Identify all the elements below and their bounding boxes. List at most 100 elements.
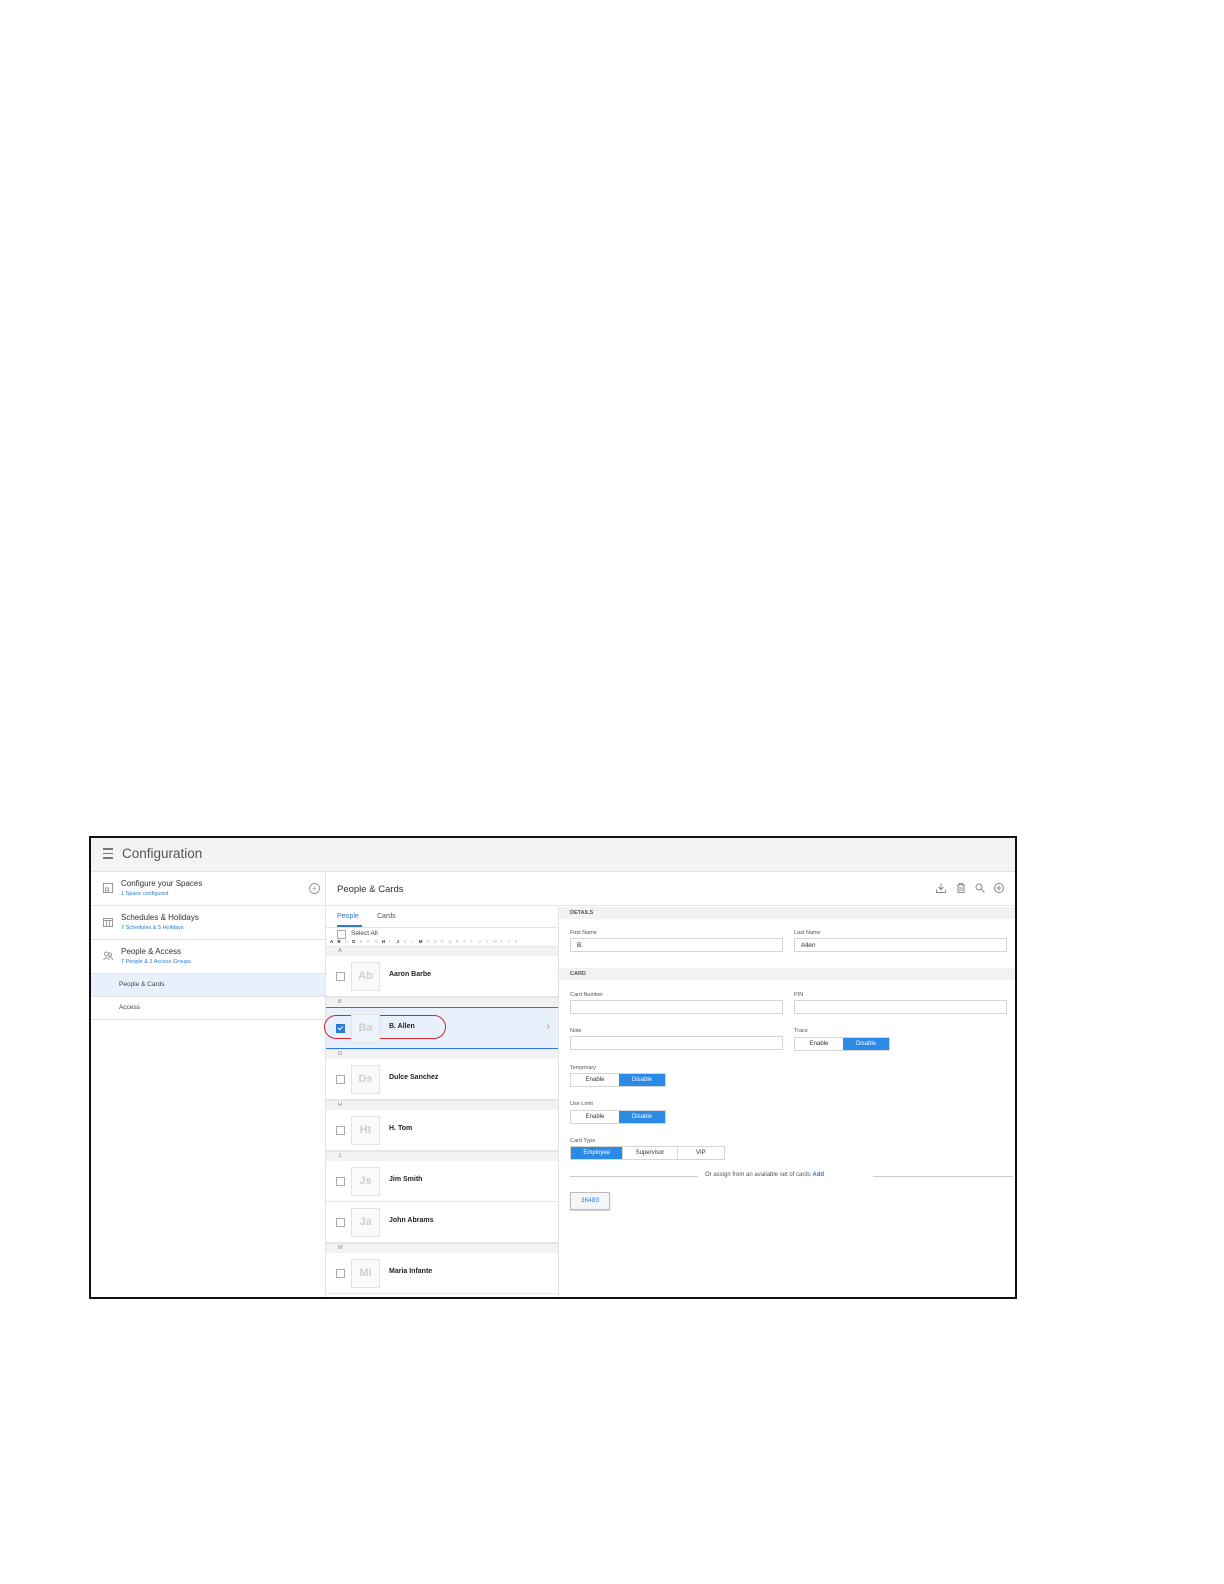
note-field[interactable] <box>570 1036 783 1050</box>
list-item[interactable]: Ab Aaron Barbe <box>326 956 558 997</box>
use-limit-disable-button[interactable]: Disable <box>619 1111 665 1123</box>
alphabet-letter[interactable]: N <box>426 939 433 944</box>
section-header: M <box>326 1243 558 1253</box>
avatar: Ht <box>351 1116 380 1145</box>
temporary-toggle: Enable Disable <box>570 1073 666 1087</box>
card-type-selector: Employee Supervisor VIP <box>570 1146 725 1160</box>
page-title: People & Cards <box>337 884 404 895</box>
alphabet-letter[interactable]: M <box>419 939 426 944</box>
note-label: Note <box>570 1028 582 1034</box>
nav-group-title: Schedules & Holidays <box>121 913 199 922</box>
list-item[interactable]: Ds Dulce Sanchez <box>326 1059 558 1100</box>
person-name: B. Allen <box>389 1023 415 1030</box>
trash-icon[interactable] <box>956 883 966 893</box>
tab-cards[interactable]: Cards <box>377 913 396 920</box>
sidebar: Configure your Spaces 1 Space configured… <box>91 872 326 1297</box>
alphabet-letter[interactable]: I <box>389 939 396 944</box>
alphabet-letter[interactable]: E <box>360 939 367 944</box>
tab-people[interactable]: People <box>337 913 359 920</box>
card-type-label: Card Type <box>570 1138 596 1144</box>
list-tabs: People Cards <box>326 906 558 928</box>
available-card-chip[interactable]: 36483 <box>570 1192 610 1210</box>
trace-disable-button[interactable]: Disable <box>843 1038 889 1050</box>
first-name-label: First Name <box>570 930 597 936</box>
row-checkbox[interactable] <box>336 1024 345 1033</box>
alphabet-letter[interactable]: Z <box>515 939 522 944</box>
alphabet-letter[interactable]: D <box>352 939 359 944</box>
alphabet-letter[interactable]: G <box>374 939 381 944</box>
temporary-enable-button[interactable]: Enable <box>571 1074 619 1086</box>
person-name: Aaron Barbe <box>389 971 432 978</box>
alphabet-letter[interactable]: R <box>456 939 463 944</box>
last-name-label: Last Name <box>794 930 821 936</box>
row-checkbox[interactable] <box>336 1075 345 1084</box>
alphabet-letter[interactable]: T <box>470 939 477 944</box>
add-cards-link[interactable]: Add <box>812 1172 824 1178</box>
card-type-supervisor[interactable]: Supervisor <box>623 1147 678 1159</box>
alphabet-letter[interactable]: B <box>337 939 344 944</box>
add-person-icon[interactable] <box>994 883 1004 893</box>
alphabet-letter[interactable]: W <box>493 939 500 944</box>
alphabet-letter[interactable]: H <box>382 939 389 944</box>
person-name: Jim Smith <box>389 1176 423 1183</box>
last-name-field[interactable]: Allen <box>794 938 1007 952</box>
first-name-field[interactable]: B. <box>570 938 783 952</box>
search-icon[interactable] <box>975 883 985 893</box>
card-number-field[interactable] <box>570 1000 783 1014</box>
alphabet-letter[interactable]: A <box>330 939 337 944</box>
alphabet-letter[interactable]: Q <box>448 939 455 944</box>
divider <box>873 1176 1013 1177</box>
alphabet-letter[interactable]: Y <box>507 939 514 944</box>
list-item[interactable]: Mi Maria Infante <box>326 1253 558 1294</box>
content-header: People & Cards <box>326 872 1015 906</box>
menu-icon[interactable] <box>103 848 113 859</box>
list-item[interactable]: Ja John Abrams <box>326 1202 558 1243</box>
card-type-employee[interactable]: Employee <box>571 1147 624 1159</box>
use-limit-enable-button[interactable]: Enable <box>571 1111 619 1123</box>
alphabet-letter[interactable]: P <box>441 939 448 944</box>
pin-field[interactable] <box>794 1000 1007 1014</box>
section-header: H <box>326 1100 558 1110</box>
details-panel: DETAILS First Name B. Last Name Allen CA… <box>559 906 1015 1297</box>
list-item-selected[interactable]: Ba B. Allen › <box>324 1007 558 1049</box>
row-checkbox[interactable] <box>336 1177 345 1186</box>
row-checkbox[interactable] <box>336 1269 345 1278</box>
alphabet-letter[interactable]: U <box>478 939 485 944</box>
select-all-row[interactable]: Select All <box>326 928 558 939</box>
alphabet-letter[interactable]: V <box>485 939 492 944</box>
section-header: B <box>326 997 558 1007</box>
nav-item-people-cards[interactable]: People & Cards <box>91 974 325 997</box>
alphabet-letter[interactable]: J <box>397 939 404 944</box>
divider <box>570 1176 698 1177</box>
nav-item-access[interactable]: Access <box>91 997 325 1020</box>
nav-configure-spaces[interactable]: Configure your Spaces 1 Space configured… <box>91 872 325 906</box>
alphabet-letter[interactable]: O <box>433 939 440 944</box>
person-name: Maria Infante <box>389 1268 433 1275</box>
select-all-checkbox[interactable] <box>337 930 346 939</box>
use-limit-toggle: Enable Disable <box>570 1110 666 1124</box>
row-checkbox[interactable] <box>336 1218 345 1227</box>
alphabet-letter[interactable]: F <box>367 939 374 944</box>
trace-enable-button[interactable]: Enable <box>795 1038 843 1050</box>
alphabet-letter[interactable]: C <box>345 939 352 944</box>
row-checkbox[interactable] <box>336 972 345 981</box>
alphabet-letter[interactable]: X <box>500 939 507 944</box>
assign-cards-text: Or assign from an available set of cards… <box>705 1172 824 1178</box>
nav-group-subtitle: 1 Space configured <box>121 891 169 897</box>
temporary-disable-button[interactable]: Disable <box>619 1074 665 1086</box>
add-space-icon[interactable]: + <box>309 883 320 894</box>
nav-schedules-holidays[interactable]: Schedules & Holidays 7 Schedules & 5 Hol… <box>91 906 325 940</box>
section-header: J <box>326 1151 558 1161</box>
person-name: H. Tom <box>389 1125 413 1132</box>
card-type-vip[interactable]: VIP <box>677 1147 724 1159</box>
alphabet-letter[interactable]: K <box>404 939 411 944</box>
download-icon[interactable] <box>936 883 946 893</box>
avatar: Js <box>351 1167 380 1196</box>
alphabet-letter[interactable]: S <box>463 939 470 944</box>
row-checkbox[interactable] <box>336 1126 345 1135</box>
nav-people-access[interactable]: People & Access 7 People & 3 Access Grou… <box>91 940 325 974</box>
list-item[interactable]: Js Jim Smith <box>326 1161 558 1202</box>
alphabet-letter[interactable]: L <box>411 939 418 944</box>
avatar: Ab <box>351 962 380 991</box>
list-item[interactable]: Ht H. Tom <box>326 1110 558 1151</box>
